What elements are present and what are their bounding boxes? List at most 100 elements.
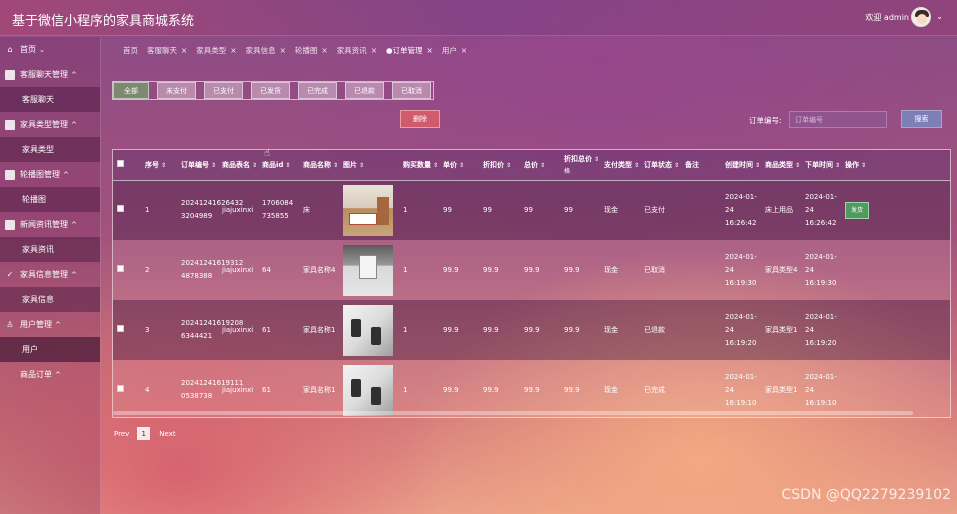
tab-item[interactable]: 用户 × xyxy=(442,45,467,57)
tab-item[interactable]: ●订单管理 × xyxy=(386,45,433,57)
sort-icon[interactable]: ⇕ xyxy=(674,162,679,169)
column-header[interactable]: 备注 xyxy=(681,150,721,181)
sort-icon[interactable]: ⇕ xyxy=(333,162,338,169)
tab-item[interactable]: 首页 xyxy=(123,45,138,57)
sidebar-group-2[interactable]: 家具类型管理 ^ xyxy=(0,112,100,137)
sidebar-item[interactable]: 客服聊天 xyxy=(0,87,100,112)
cell-text: 99 xyxy=(524,205,533,214)
tab-item[interactable]: 家具类型 × xyxy=(196,45,236,57)
search-button[interactable]: 搜索 xyxy=(901,110,942,128)
column-header[interactable]: 订单状态 ⇕ xyxy=(640,150,681,181)
sort-icon[interactable]: ⇕ xyxy=(861,162,866,169)
prev-page-button[interactable]: Prev xyxy=(114,430,129,438)
sort-icon[interactable]: ⇕ xyxy=(252,162,257,169)
close-icon[interactable]: × xyxy=(280,46,286,55)
column-header[interactable]: 单价 ⇕ xyxy=(439,150,479,181)
sort-icon[interactable]: ⇕ xyxy=(359,162,364,169)
sort-icon[interactable]: ⇕ xyxy=(594,156,599,163)
sort-icon[interactable]: ⇕ xyxy=(459,162,464,169)
sort-icon[interactable]: ⇕ xyxy=(634,162,639,169)
filter-button[interactable]: 已取消 xyxy=(392,82,431,99)
column-header[interactable]: 序号 ⇕ xyxy=(141,150,177,181)
column-header-label: 支付类型 xyxy=(604,160,632,169)
sort-icon[interactable]: ⇕ xyxy=(506,162,511,169)
cell-type: 家具类型1 xyxy=(761,300,801,360)
column-header[interactable]: 商品类型 ⇕ xyxy=(761,150,801,181)
cell-text: 家具类型1 xyxy=(765,385,798,394)
close-icon[interactable]: × xyxy=(461,46,467,55)
sort-icon[interactable]: ⇕ xyxy=(795,162,800,169)
sidebar-group-5[interactable]: ✓ 家具信息管理 ^ xyxy=(0,262,100,287)
column-header[interactable]: 商品表名 ⇕ xyxy=(218,150,258,181)
cell-text: 2024-01-24 16:19:10 xyxy=(805,372,837,407)
sidebar-group-6[interactable]: ♙ 用户管理 ^ xyxy=(0,312,100,337)
chevron-up-icon: ^ xyxy=(63,170,69,179)
sort-icon[interactable]: ⇕ xyxy=(755,162,760,169)
cell-text: 1 xyxy=(145,205,150,214)
tab-item[interactable]: 家具资讯 × xyxy=(337,45,377,57)
chevron-up-icon: ^ xyxy=(71,120,77,129)
next-page-button[interactable]: Next xyxy=(159,430,175,438)
column-header[interactable]: 总价 ⇕ xyxy=(520,150,560,181)
sidebar-item[interactable]: 家具信息 xyxy=(0,287,100,312)
sidebar-group-0[interactable]: ⌂ 首页 ⌄ xyxy=(0,37,100,62)
table-row: 4 20241241619111 0538738 jiajuxinxi 61 家具名称1… xyxy=(113,360,950,417)
sidebar-item[interactable]: 家具类型 xyxy=(0,137,100,162)
sort-icon[interactable]: ⇕ xyxy=(835,162,840,169)
delete-button[interactable]: 删除 xyxy=(400,110,440,128)
sidebar-group-label: 首页 xyxy=(20,45,36,54)
sort-icon[interactable]: ⇕ xyxy=(161,162,166,169)
column-header[interactable]: 创建时间 ⇕ xyxy=(721,150,761,181)
horizontal-scrollbar[interactable] xyxy=(113,411,913,415)
sidebar-group-label: 轮播图管理 xyxy=(20,170,60,179)
filter-button[interactable]: 已发货 xyxy=(251,82,290,99)
column-header[interactable]: 订单编号 ⇕ xyxy=(177,150,218,181)
close-icon[interactable]: × xyxy=(427,46,433,55)
tab-item[interactable]: 客服聊天 × xyxy=(147,45,187,57)
sort-icon[interactable]: ⇕ xyxy=(540,162,545,169)
close-icon[interactable]: × xyxy=(321,46,327,55)
sidebar-group-4[interactable]: 新闻资讯管理 ^ xyxy=(0,212,100,237)
current-page-button[interactable]: 1 xyxy=(137,427,151,440)
cell-ordered: 2024-01-24 16:19:20 xyxy=(801,300,841,360)
cell-created: 2024-01-24 16:19:30 xyxy=(721,240,761,300)
sort-icon[interactable]: ⇕ xyxy=(285,162,290,169)
column-header[interactable]: 图片 ⇕ xyxy=(339,150,399,181)
column-header[interactable]: 下单时间 ⇕ xyxy=(801,150,841,181)
filter-button[interactable]: 已支付 xyxy=(204,82,243,99)
close-icon[interactable]: × xyxy=(230,46,236,55)
sidebar-group-3[interactable]: 轮播图管理 ^ xyxy=(0,162,100,187)
row-checkbox-cell xyxy=(113,240,141,300)
order-number-search-input[interactable] xyxy=(789,111,887,128)
select-all-checkbox[interactable] xyxy=(117,160,124,168)
ship-button[interactable]: 发货 xyxy=(845,201,870,219)
filter-button[interactable]: 已退款 xyxy=(345,82,384,99)
cell-text: 1 xyxy=(403,205,408,214)
column-header[interactable]: 折扣价 ⇕ xyxy=(479,150,520,181)
filter-button[interactable]: 已完成 xyxy=(298,82,337,99)
row-checkbox[interactable] xyxy=(117,384,124,392)
avatar[interactable] xyxy=(911,7,931,27)
sort-icon[interactable]: ⇕ xyxy=(211,162,216,169)
row-checkbox[interactable] xyxy=(117,324,124,332)
sidebar-group-1[interactable]: 客服聊天管理 ^ xyxy=(0,62,100,87)
sidebar-item[interactable]: 用户 xyxy=(0,337,100,362)
column-header[interactable]: 操作 ⇕ xyxy=(841,150,950,181)
filter-button[interactable]: 全部 xyxy=(113,82,149,99)
sort-icon[interactable]: ⇕ xyxy=(433,162,438,169)
filter-button[interactable]: 未支付 xyxy=(157,82,196,99)
column-header[interactable]: 购买数量 ⇕ xyxy=(399,150,439,181)
chevron-down-icon[interactable]: ⌄ xyxy=(936,12,943,21)
sidebar-group-7[interactable]: 商品订单 ^ xyxy=(0,362,100,387)
close-icon[interactable]: × xyxy=(181,46,187,55)
sidebar-item[interactable]: 轮播图 xyxy=(0,187,100,212)
column-header[interactable]: 商品名称 ⇕ xyxy=(299,150,339,181)
column-header[interactable]: 折扣总价 ⇕ 格 xyxy=(560,150,600,181)
row-checkbox[interactable] xyxy=(117,204,124,212)
row-checkbox[interactable] xyxy=(117,264,124,272)
tab-item[interactable]: 轮播图 × xyxy=(295,45,328,57)
tab-item[interactable]: 家具信息 × xyxy=(246,45,286,57)
column-header[interactable]: 支付类型 ⇕ xyxy=(600,150,640,181)
close-icon[interactable]: × xyxy=(371,46,377,55)
sidebar-item[interactable]: 家具资讯 xyxy=(0,237,100,262)
